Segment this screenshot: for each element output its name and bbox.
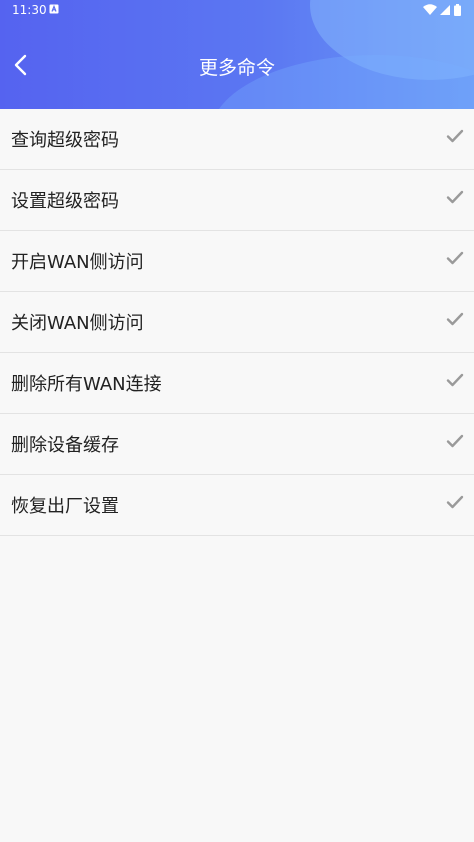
command-item-enable-wan-access[interactable]: 开启WAN侧访问 <box>0 231 474 292</box>
check-icon <box>446 373 464 387</box>
command-label: 查询超级密码 <box>11 130 119 151</box>
app-header: 11:30 更多命令 <box>0 0 474 109</box>
check-icon <box>446 129 464 143</box>
page-title: 更多命令 <box>198 57 275 79</box>
command-item-query-super-password[interactable]: 查询超级密码 <box>0 109 474 170</box>
command-label: 开启WAN侧访问 <box>11 252 144 273</box>
status-icons <box>422 3 466 17</box>
check-icon <box>446 495 464 509</box>
check-icon <box>446 434 464 448</box>
check-icon <box>446 190 464 204</box>
check-icon <box>446 312 464 326</box>
status-time: 11:30 <box>12 3 47 17</box>
command-item-delete-device-cache[interactable]: 删除设备缓存 <box>0 414 474 475</box>
command-item-set-super-password[interactable]: 设置超级密码 <box>0 170 474 231</box>
command-item-disable-wan-access[interactable]: 关闭WAN侧访问 <box>0 292 474 353</box>
status-bar: 11:30 <box>0 0 474 22</box>
command-label: 关闭WAN侧访问 <box>11 313 144 334</box>
command-item-delete-all-wan[interactable]: 删除所有WAN连接 <box>0 353 474 414</box>
battery-icon <box>454 4 461 16</box>
command-list: 查询超级密码 设置超级密码 开启WAN侧访问 关闭WAN侧访问 删除所有WAN连… <box>0 109 474 536</box>
wifi-icon <box>423 4 437 15</box>
a-square-icon <box>49 4 59 14</box>
command-label: 删除设备缓存 <box>11 435 119 456</box>
command-label: 设置超级密码 <box>11 191 119 212</box>
command-label: 恢复出厂设置 <box>11 496 119 517</box>
command-label: 删除所有WAN连接 <box>11 374 162 395</box>
cell-signal-icon <box>440 5 450 15</box>
command-item-factory-reset[interactable]: 恢复出厂设置 <box>0 475 474 536</box>
check-icon <box>446 251 464 265</box>
